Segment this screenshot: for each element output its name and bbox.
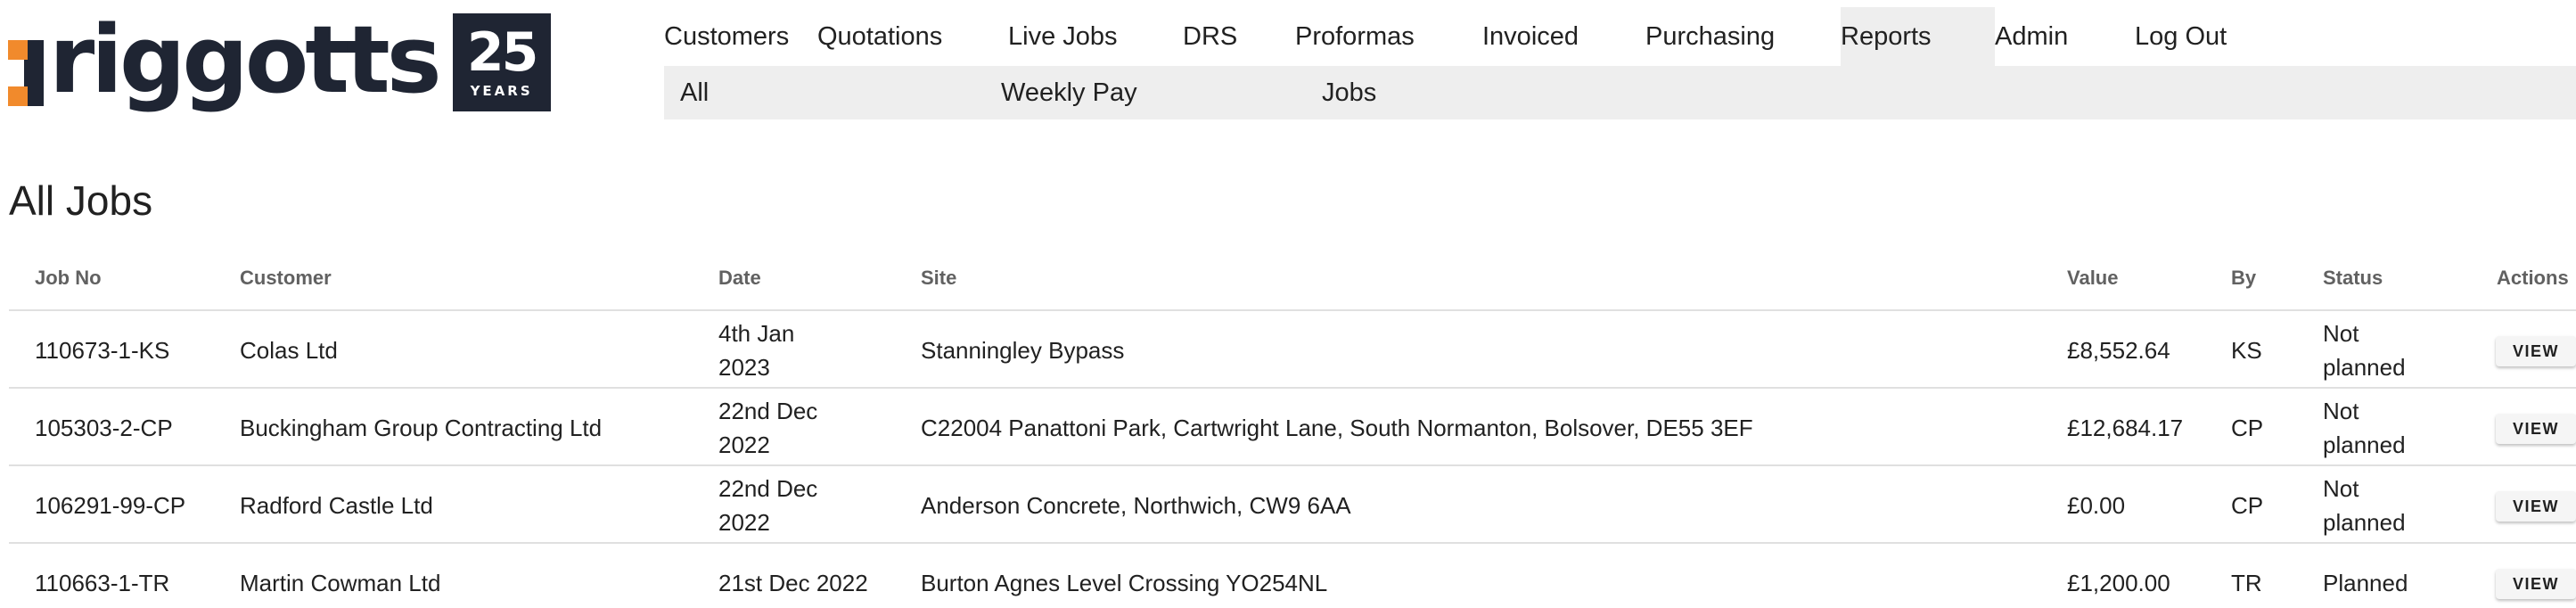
- cell-customer: Radford Castle Ltd: [240, 491, 433, 519]
- cell-by: TR: [2231, 569, 2262, 596]
- nav-item-reports[interactable]: Reports: [1841, 7, 1995, 66]
- nav-item-drs[interactable]: DRS: [1183, 7, 1295, 66]
- column-header-date[interactable]: Date: [718, 245, 761, 311]
- column-header-actions: Actions: [2497, 267, 2569, 289]
- cell-customer: Martin Cowman Ltd: [240, 569, 441, 596]
- view-button[interactable]: VIEW: [2496, 414, 2576, 444]
- cell-status: Not planned: [2323, 474, 2406, 536]
- cell-date: 21st Dec 2022: [718, 569, 868, 596]
- column-header-value[interactable]: Value: [2067, 245, 2118, 311]
- view-button[interactable]: VIEW: [2496, 336, 2576, 366]
- nav-item-invoiced[interactable]: Invoiced: [1482, 7, 1645, 66]
- cell-site: Stanningley Bypass: [921, 336, 1125, 364]
- jobs-table: Job No Customer Date Site Value By Statu…: [9, 245, 2576, 608]
- logo-wordmark: riggotts: [49, 5, 442, 114]
- subnav-item-jobs[interactable]: Jobs: [1322, 66, 1376, 119]
- logo-mark-icon: [8, 40, 44, 106]
- cell-job-no: 106291-99-CP: [35, 491, 186, 519]
- nav-item-purchasing[interactable]: Purchasing: [1645, 7, 1841, 66]
- subnav-item-all[interactable]: All: [680, 66, 709, 119]
- main-nav: Customers Quotations Live Jobs DRS Profo…: [664, 7, 2242, 66]
- cell-job-no: 110663-1-TR: [35, 569, 170, 596]
- cell-customer: Buckingham Group Contracting Ltd: [240, 414, 603, 441]
- table-row[interactable]: 110673-1-KS Colas Ltd 4th Jan 2023 Stann…: [9, 311, 2576, 389]
- cell-status: Not planned: [2323, 397, 2406, 458]
- column-header-customer[interactable]: Customer: [240, 245, 332, 311]
- cell-value: £0.00: [2067, 491, 2126, 519]
- subnav-item-weekly-pay[interactable]: Weekly Pay: [1001, 66, 1137, 119]
- company-logo[interactable]: riggotts 25 YEARS: [8, 12, 551, 112]
- anniversary-badge: 25 YEARS: [452, 13, 551, 111]
- nav-item-admin[interactable]: Admin: [1995, 7, 2135, 66]
- table-header-row: Job No Customer Date Site Value By Statu…: [9, 245, 2576, 311]
- reports-subnav: All Weekly Pay Jobs: [664, 66, 2576, 119]
- column-header-by[interactable]: By: [2231, 245, 2256, 311]
- cell-customer: Colas Ltd: [240, 336, 338, 364]
- cell-status: Planned: [2323, 569, 2408, 596]
- cell-by: KS: [2231, 336, 2262, 364]
- cell-by: CP: [2231, 414, 2264, 441]
- nav-item-proformas[interactable]: Proformas: [1295, 7, 1482, 66]
- view-button[interactable]: VIEW: [2496, 491, 2576, 522]
- column-header-job-no[interactable]: Job No: [35, 245, 102, 311]
- cell-value: £1,200.00: [2067, 569, 2170, 596]
- nav-item-live-jobs[interactable]: Live Jobs: [1008, 7, 1183, 66]
- cell-by: CP: [2231, 491, 2264, 519]
- table-row[interactable]: 105303-2-CP Buckingham Group Contracting…: [9, 389, 2576, 466]
- badge-text: YEARS: [470, 83, 533, 99]
- cell-site: Anderson Concrete, Northwich, CW9 6AA: [921, 491, 1351, 519]
- cell-site: Burton Agnes Level Crossing YO254NL: [921, 569, 1328, 596]
- nav-item-customers[interactable]: Customers: [664, 7, 817, 66]
- badge-number: 25: [466, 21, 538, 84]
- table-row[interactable]: 106291-99-CP Radford Castle Ltd 22nd Dec…: [9, 466, 2576, 544]
- cell-value: £12,684.17: [2067, 414, 2184, 441]
- cell-job-no: 105303-2-CP: [35, 414, 173, 441]
- column-header-site[interactable]: Site: [921, 245, 956, 311]
- cell-date: 22nd Dec 2022: [718, 474, 818, 536]
- cell-date: 4th Jan 2023: [718, 319, 795, 381]
- nav-item-quotations[interactable]: Quotations: [817, 7, 1008, 66]
- cell-job-no: 110673-1-KS: [35, 336, 170, 364]
- cell-date: 22nd Dec 2022: [718, 397, 818, 458]
- view-button[interactable]: VIEW: [2496, 569, 2576, 599]
- cell-value: £8,552.64: [2067, 336, 2170, 364]
- cell-status: Not planned: [2323, 319, 2406, 381]
- table-row[interactable]: 110663-1-TR Martin Cowman Ltd 21st Dec 2…: [9, 544, 2576, 608]
- nav-item-log-out[interactable]: Log Out: [2135, 7, 2242, 66]
- cell-site: C22004 Panattoni Park, Cartwright Lane, …: [921, 414, 1753, 441]
- page-title: All Jobs: [9, 177, 153, 224]
- column-header-status[interactable]: Status: [2323, 245, 2383, 311]
